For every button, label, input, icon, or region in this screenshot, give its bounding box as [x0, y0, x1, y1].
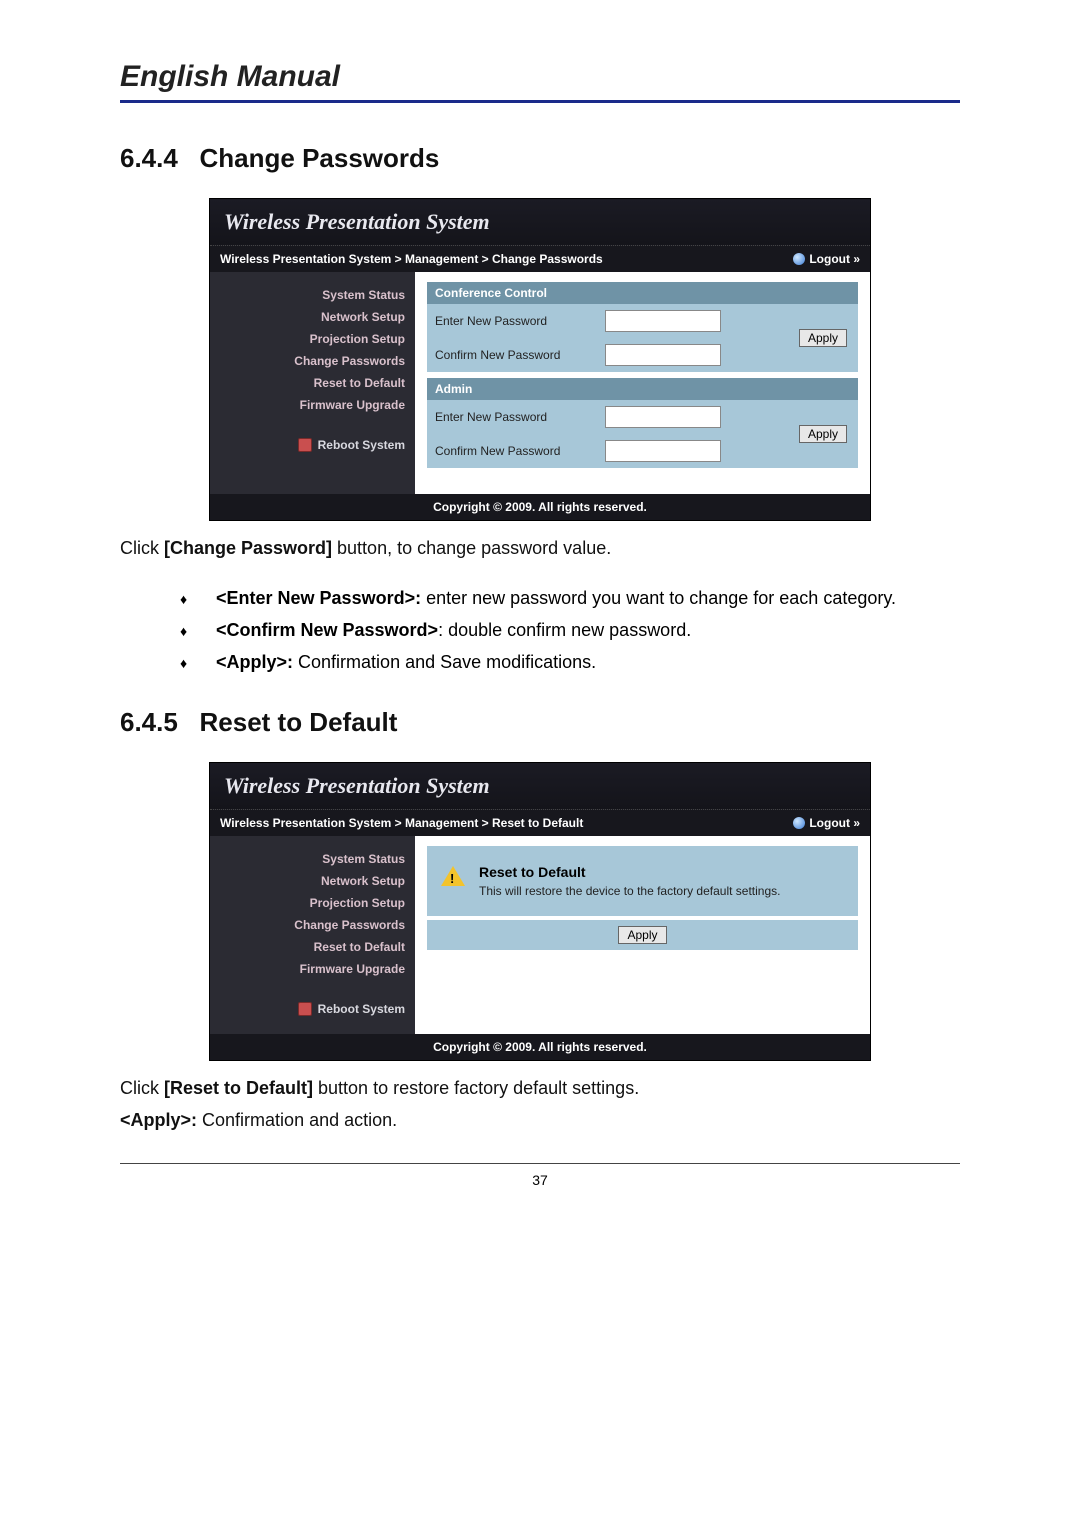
- sidebar-item-network-setup[interactable]: Network Setup: [220, 306, 405, 328]
- reboot-label: Reboot System: [318, 438, 405, 452]
- text: Click: [120, 538, 164, 558]
- panel-title: Conference Control: [427, 282, 858, 304]
- panel-reset-to-default: Reset to Default This will restore the d…: [427, 846, 858, 916]
- sidebar-item-firmware-upgrade[interactable]: Firmware Upgrade: [220, 958, 405, 980]
- copyright-footer: Copyright © 2009. All rights reserved.: [210, 494, 870, 520]
- apply-button-admin[interactable]: Apply: [799, 425, 847, 443]
- sidebar-item-system-status[interactable]: System Status: [220, 284, 405, 306]
- sidebar-item-projection-setup[interactable]: Projection Setup: [220, 892, 405, 914]
- breadcrumb: Wireless Presentation System > Managemen…: [220, 252, 603, 266]
- description-645: Click [Reset to Default] button to resto…: [120, 1075, 960, 1101]
- section-name: Change Passwords: [200, 143, 440, 173]
- label-confirm-new-password: Confirm New Password: [435, 348, 605, 362]
- list-item: <Apply>: Confirmation and Save modificat…: [180, 649, 960, 677]
- text: button, to change password value.: [332, 538, 611, 558]
- list-item: <Enter New Password>: enter new password…: [180, 585, 960, 613]
- panel-admin: Admin Enter New Password Confirm New Pas…: [427, 378, 858, 468]
- warning-icon: [441, 866, 465, 886]
- text: enter new password you want to change fo…: [421, 588, 896, 608]
- text: Confirmation and action.: [197, 1110, 397, 1130]
- text: button to restore factory default settin…: [313, 1078, 639, 1098]
- input-confirm-new-password-admin[interactable]: [605, 440, 721, 462]
- screenshot-reset-to-default: Wireless Presentation System Wireless Pr…: [209, 762, 871, 1061]
- text-bold: [Change Password]: [164, 538, 332, 558]
- apply-button-reset[interactable]: Apply: [618, 926, 666, 944]
- text-bold: <Enter New Password>:: [216, 588, 421, 608]
- system-title: Wireless Presentation System: [210, 199, 870, 246]
- page-number: 37: [532, 1172, 548, 1188]
- section-title-644: 6.4.4 Change Passwords: [120, 143, 960, 174]
- text: Confirmation and Save modifications.: [293, 652, 596, 672]
- breadcrumb: Wireless Presentation System > Managemen…: [220, 816, 583, 830]
- panel-conference-control: Conference Control Enter New Password Co…: [427, 282, 858, 372]
- copyright-footer: Copyright © 2009. All rights reserved.: [210, 1034, 870, 1060]
- sidebar-item-projection-setup[interactable]: Projection Setup: [220, 328, 405, 350]
- reboot-label: Reboot System: [318, 1002, 405, 1016]
- logout-label: Logout »: [809, 816, 860, 830]
- bullet-list-644: <Enter New Password>: enter new password…: [120, 585, 960, 677]
- sidebar-item-system-status[interactable]: System Status: [220, 848, 405, 870]
- reset-text: This will restore the device to the fact…: [479, 884, 780, 898]
- text-bold: [Reset to Default]: [164, 1078, 313, 1098]
- text-bold: <Confirm New Password>: [216, 620, 438, 640]
- screenshot-change-passwords: Wireless Presentation System Wireless Pr…: [209, 198, 871, 521]
- reboot-icon: [298, 1002, 312, 1016]
- sidebar-item-reset-to-default[interactable]: Reset to Default: [220, 936, 405, 958]
- sidebar-item-network-setup[interactable]: Network Setup: [220, 870, 405, 892]
- apply-button-conference[interactable]: Apply: [799, 329, 847, 347]
- sidebar-item-change-passwords[interactable]: Change Passwords: [220, 350, 405, 372]
- logout-icon: [793, 817, 805, 829]
- section-number: 6.4.5: [120, 707, 178, 737]
- panel-title: Admin: [427, 378, 858, 400]
- label-enter-new-password: Enter New Password: [435, 410, 605, 424]
- description-644: Click [Change Password] button, to chang…: [120, 535, 960, 561]
- page-footer: 37: [120, 1163, 960, 1188]
- section-number: 6.4.4: [120, 143, 178, 173]
- text-bold: <Apply>:: [120, 1110, 197, 1130]
- input-confirm-new-password-conf[interactable]: [605, 344, 721, 366]
- sidebar-item-firmware-upgrade[interactable]: Firmware Upgrade: [220, 394, 405, 416]
- logout-link[interactable]: Logout »: [793, 252, 860, 266]
- reboot-icon: [298, 438, 312, 452]
- document-header: English Manual: [120, 60, 960, 103]
- text-bold: <Apply>:: [216, 652, 293, 672]
- sidebar: System Status Network Setup Projection S…: [210, 836, 415, 1034]
- section-title-645: 6.4.5 Reset to Default: [120, 707, 960, 738]
- label-enter-new-password: Enter New Password: [435, 314, 605, 328]
- label-confirm-new-password: Confirm New Password: [435, 444, 605, 458]
- logout-icon: [793, 253, 805, 265]
- description-645b: <Apply>: Confirmation and action.: [120, 1107, 960, 1133]
- logout-link[interactable]: Logout »: [793, 816, 860, 830]
- list-item: <Confirm New Password>: double confirm n…: [180, 617, 960, 645]
- sidebar-item-reset-to-default[interactable]: Reset to Default: [220, 372, 405, 394]
- reset-title: Reset to Default: [479, 864, 780, 880]
- section-name: Reset to Default: [200, 707, 398, 737]
- sidebar-item-change-passwords[interactable]: Change Passwords: [220, 914, 405, 936]
- sidebar: System Status Network Setup Projection S…: [210, 272, 415, 494]
- system-title: Wireless Presentation System: [210, 763, 870, 810]
- text: Click: [120, 1078, 164, 1098]
- logout-label: Logout »: [809, 252, 860, 266]
- input-enter-new-password-conf[interactable]: [605, 310, 721, 332]
- sidebar-item-reboot-system[interactable]: Reboot System: [220, 438, 405, 452]
- sidebar-item-reboot-system[interactable]: Reboot System: [220, 1002, 405, 1016]
- input-enter-new-password-admin[interactable]: [605, 406, 721, 428]
- text: : double confirm new password.: [438, 620, 691, 640]
